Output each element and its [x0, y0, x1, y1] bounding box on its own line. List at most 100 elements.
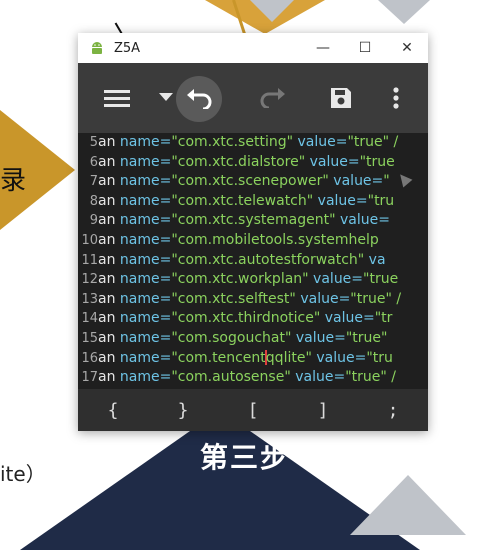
code-token-tag: an: [98, 134, 116, 150]
code-token-attr: value=: [293, 134, 348, 150]
code-line[interactable]: 17an name="com.autosense" value="true" /: [78, 368, 428, 388]
code-token-tag: an: [98, 173, 116, 190]
slide-text-left: 录: [0, 166, 27, 196]
code-token-attr: value=: [308, 271, 364, 288]
line-number: 14: [81, 311, 98, 327]
code-token-string: "true": [345, 329, 388, 346]
code-token-string: "tr: [374, 310, 393, 327]
code-line[interactable]: 5an name="com.xtc.setting" value="true" …: [78, 133, 428, 153]
code-token-attr: value=: [295, 290, 351, 307]
code-token-string: "com.mobiletools.systemhelp: [171, 231, 379, 248]
code-token-attr: name=: [115, 134, 172, 150]
code-token-attr: va: [364, 251, 386, 268]
code-line[interactable]: 11an name="com.xtc.autotestforwatch" va: [78, 251, 428, 271]
minimize-button[interactable]: —: [302, 33, 344, 63]
line-number: 17: [81, 370, 98, 386]
code-token-attr: value=: [313, 192, 368, 209]
code-token-string: "com.xtc.systemagent": [171, 212, 336, 229]
code-line[interactable]: 14an name="com.xtc.thirdnotice" value="t…: [78, 309, 428, 329]
code-token-tag: an: [98, 310, 116, 327]
code-token-tag: an: [98, 369, 116, 386]
symbol-bar: { } [ ] ;: [78, 389, 428, 431]
code-line[interactable]: 6an name="com.xtc.dialstore" value="true: [78, 153, 428, 173]
redo-icon[interactable]: [258, 83, 288, 113]
code-line[interactable]: 13an name="com.xtc.selftest" value="true…: [78, 290, 428, 310]
symbol-key-close-brace[interactable]: }: [163, 400, 203, 421]
line-number: 5: [89, 135, 98, 150]
code-token-string: "com.xtc.thirdnotice": [171, 310, 321, 327]
code-token-tag: an: [98, 271, 116, 288]
code-token-string: ": [383, 173, 390, 190]
window-title: Z5A: [114, 40, 141, 56]
line-number: 10: [81, 232, 98, 248]
line-number: 6: [89, 154, 98, 170]
code-token-tag: an: [98, 251, 116, 268]
symbol-key-semicolon[interactable]: ;: [373, 400, 413, 421]
line-number: 11: [81, 252, 98, 268]
editor-window: Z5A — ☐ ✕ 5an name="com.xtc.setting" val…: [78, 33, 428, 431]
line-number: 15: [81, 330, 98, 346]
title-bar[interactable]: Z5A — ☐ ✕: [78, 33, 428, 63]
code-editor[interactable]: 5an name="com.xtc.setting" value="true" …: [78, 133, 428, 389]
code-token-tag: an: [98, 192, 116, 209]
code-token-tag: an: [98, 231, 116, 248]
code-line[interactable]: 7an name="com.xtc.scenepower" value=": [78, 172, 428, 192]
code-token-tag: an: [98, 153, 116, 170]
code-token-string: "com.xtc.selftest": [171, 290, 296, 307]
code-token-attr: value=: [311, 349, 367, 366]
toolbar: [78, 63, 428, 133]
code-line[interactable]: 10an name="com.mobiletools.systemhelp: [78, 231, 428, 251]
code-token-string: "com.xtc.scenepower": [171, 173, 329, 190]
code-token-attr: value=: [290, 369, 346, 386]
code-token-string: "com.xtc.workplan": [171, 271, 309, 288]
symbol-key-open-brace[interactable]: {: [93, 400, 133, 421]
line-number: 9: [89, 213, 98, 229]
code-token-string: "true: [363, 271, 399, 288]
close-button[interactable]: ✕: [386, 33, 428, 63]
save-icon[interactable]: [326, 83, 356, 113]
line-number: 12: [81, 272, 98, 288]
slide-step-label: 第三步: [200, 441, 291, 474]
code-token-attr: value=: [320, 310, 375, 327]
code-line[interactable]: 16an name="com.tencentqqlite" value="tru: [78, 349, 428, 369]
code-line[interactable]: 9an name="com.xtc.systemagent" value=: [78, 211, 428, 231]
code-token-string: "com.autosense": [171, 369, 291, 386]
code-token-tag: an: [98, 329, 116, 346]
line-number: 13: [81, 291, 98, 307]
code-token-string: "com.xtc.setting": [171, 134, 294, 150]
code-line[interactable]: 12an name="com.xtc.workplan" value="true: [78, 270, 428, 290]
code-token-string: "com.tencent: [171, 349, 266, 366]
code-token-attr: value=: [305, 153, 360, 170]
slide-text-bottom: ite）: [0, 462, 46, 486]
code-token-string: "true: [359, 153, 395, 170]
code-token-attr: name=: [115, 349, 172, 366]
code-token-tag: an: [98, 290, 116, 307]
code-token-string: "com.xtc.telewatch": [171, 192, 314, 209]
decor-triangle-grey-bottom: [350, 475, 466, 535]
code-token-string: "true" /: [345, 369, 396, 386]
code-token-attr: value=: [328, 173, 384, 190]
dropdown-icon[interactable]: [158, 91, 174, 105]
code-line[interactable]: 15an name="com.sogouchat" value="true": [78, 329, 428, 349]
code-token-attr: name=: [115, 251, 172, 268]
decor-triangle-grey-top: [250, 0, 294, 22]
line-number: 7: [89, 174, 98, 190]
code-token-attr: name=: [115, 329, 172, 346]
code-token-attr: value=: [291, 329, 346, 346]
undo-icon[interactable]: [176, 76, 222, 122]
code-token-tag: an: [98, 349, 116, 366]
menu-icon[interactable]: [102, 83, 132, 113]
code-token-attr: value=: [335, 212, 390, 229]
code-token-string: "tru: [366, 349, 393, 366]
code-token-attr: name=: [115, 192, 172, 209]
line-number: 8: [89, 193, 98, 209]
code-token-tag: an: [98, 212, 116, 229]
code-token-attr: name=: [115, 271, 172, 288]
more-vert-icon[interactable]: [384, 83, 408, 113]
symbol-key-close-bracket[interactable]: ]: [303, 400, 343, 421]
symbol-key-open-bracket[interactable]: [: [233, 400, 273, 421]
code-token-attr: name=: [115, 153, 172, 170]
maximize-button[interactable]: ☐: [344, 33, 386, 63]
code-line[interactable]: 8an name="com.xtc.telewatch" value="tru: [78, 192, 428, 212]
code-token-string: "com.sogouchat": [171, 329, 292, 346]
